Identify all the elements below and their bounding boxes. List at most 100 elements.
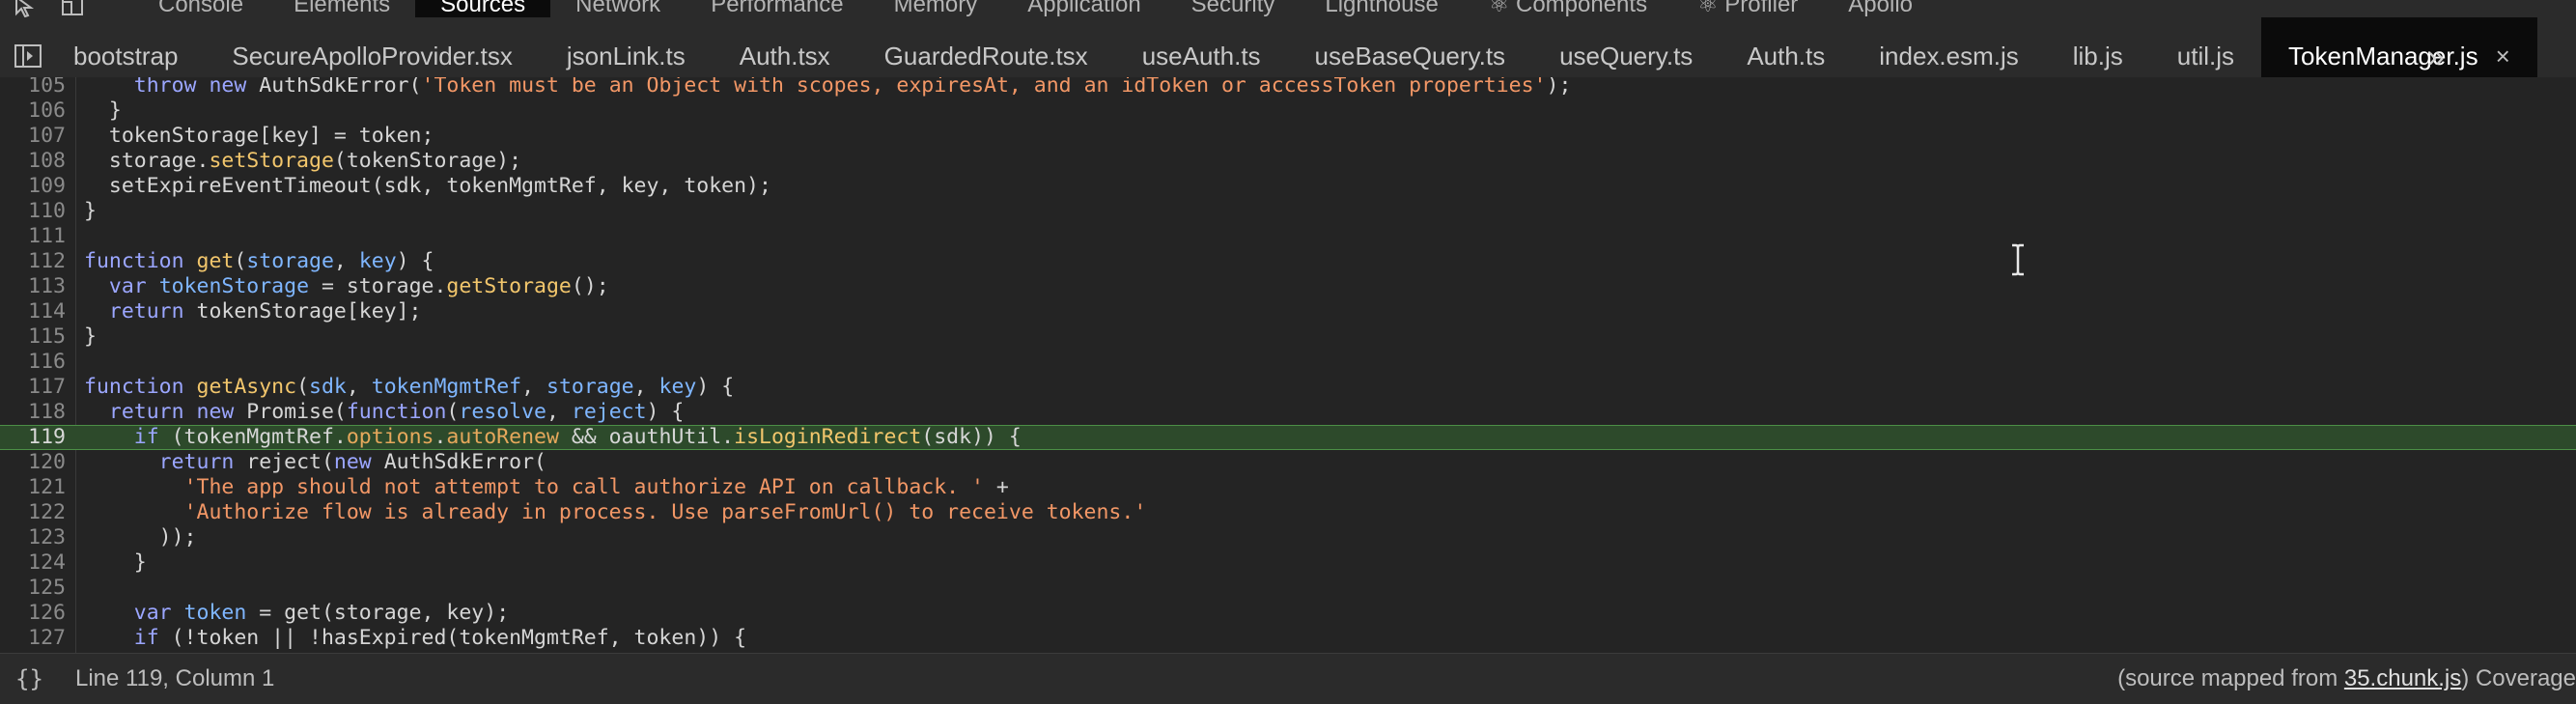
panel-tab[interactable]: Elements bbox=[268, 0, 415, 17]
line-number[interactable]: 112 bbox=[0, 249, 66, 274]
code-line[interactable]: 106 } bbox=[0, 99, 2576, 124]
code-token: get bbox=[196, 249, 235, 273]
line-number[interactable]: 115 bbox=[0, 324, 66, 350]
panel-tab[interactable]: ⚛ Components bbox=[1464, 0, 1672, 17]
code-token: autoRenew bbox=[446, 425, 559, 449]
code-line[interactable]: 121 'The app should not attempt to call … bbox=[0, 475, 2576, 500]
panel-tab[interactable]: Security bbox=[1166, 0, 1301, 17]
line-number[interactable]: 113 bbox=[0, 274, 66, 299]
code-token: } bbox=[84, 99, 122, 123]
toggle-navigator-icon[interactable] bbox=[14, 42, 42, 74]
more-tabs-icon[interactable]: » bbox=[2427, 39, 2445, 74]
source-map-link[interactable]: 35.chunk.js bbox=[2344, 665, 2461, 691]
code-token: tokenStorage[key] = token; bbox=[84, 124, 434, 148]
code-token: reject( bbox=[234, 450, 334, 474]
line-number[interactable]: 117 bbox=[0, 375, 66, 400]
code-line[interactable]: 107 tokenStorage[key] = token; bbox=[0, 124, 2576, 149]
code-line[interactable]: 123 )); bbox=[0, 525, 2576, 550]
panel-tab[interactable]: Network bbox=[550, 0, 686, 17]
code-text: setExpireEventTimeout(sdk, tokenMgmtRef,… bbox=[84, 174, 771, 199]
code-token: (sdk)) { bbox=[921, 425, 1022, 449]
code-token: storage bbox=[546, 375, 634, 399]
code-token: , bbox=[333, 249, 359, 273]
code-line[interactable]: 118 return new Promise(function(resolve,… bbox=[0, 400, 2576, 425]
code-line[interactable]: 110} bbox=[0, 199, 2576, 224]
file-tab-label: TokenManager.js bbox=[2288, 41, 2478, 70]
line-number[interactable]: 110 bbox=[0, 199, 66, 224]
code-line[interactable]: 109 setExpireEventTimeout(sdk, tokenMgmt… bbox=[0, 174, 2576, 199]
line-number[interactable]: 125 bbox=[0, 576, 66, 601]
line-number[interactable]: 105 bbox=[0, 77, 66, 99]
line-number[interactable]: 127 bbox=[0, 626, 66, 651]
code-token: Promise( bbox=[234, 400, 347, 424]
code-token: } bbox=[84, 324, 97, 349]
code-line[interactable]: 105 throw new AuthSdkError('Token must b… bbox=[0, 77, 2576, 99]
close-tab-icon[interactable]: × bbox=[2496, 42, 2510, 71]
code-line[interactable]: 125 bbox=[0, 576, 2576, 601]
code-token: + bbox=[983, 475, 1009, 499]
pretty-print-button[interactable]: {} bbox=[15, 665, 43, 692]
code-line[interactable]: 117 function getAsync(sdk, tokenMgmtRef, … bbox=[0, 375, 2576, 400]
line-number[interactable]: 114 bbox=[0, 299, 66, 324]
line-number[interactable]: 106 bbox=[0, 99, 66, 124]
code-token: = storage. bbox=[309, 274, 447, 298]
file-tab-label: Auth.ts bbox=[1747, 41, 1826, 70]
code-editor[interactable]: 105 throw new AuthSdkError('Token must b… bbox=[0, 77, 2576, 653]
line-number[interactable]: 116 bbox=[0, 350, 66, 375]
code-line[interactable]: 115} bbox=[0, 324, 2576, 350]
line-number[interactable]: 111 bbox=[0, 224, 66, 249]
code-line[interactable]: 122 'Authorize flow is already in proces… bbox=[0, 500, 2576, 525]
panel-tab[interactable]: Sources bbox=[415, 0, 551, 17]
code-line[interactable]: 108 storage.setStorage(tokenStorage); bbox=[0, 149, 2576, 174]
code-token: function bbox=[84, 375, 184, 399]
panel-tab[interactable]: Lighthouse bbox=[1300, 0, 1463, 17]
line-number[interactable]: 119 bbox=[0, 426, 66, 449]
code-text: return new Promise(function(resolve, rej… bbox=[84, 400, 685, 425]
code-line[interactable]: 124 } bbox=[0, 550, 2576, 576]
code-line[interactable]: 114 return tokenStorage[key]; bbox=[0, 299, 2576, 324]
code-token: (tokenStorage); bbox=[333, 149, 522, 173]
panel-tab[interactable]: Console bbox=[133, 0, 268, 17]
code-line[interactable]: 120 return reject(new AuthSdkError( bbox=[0, 450, 2576, 475]
line-number[interactable]: 124 bbox=[0, 550, 66, 576]
file-tab-label: lib.js bbox=[2072, 41, 2123, 70]
line-number[interactable]: 109 bbox=[0, 174, 66, 199]
panel-tab[interactable]: Apollo bbox=[1823, 0, 1938, 17]
code-line[interactable]: 119 if (tokenMgmtRef.options.autoRenew &… bbox=[0, 425, 2576, 450]
line-number[interactable]: 120 bbox=[0, 450, 66, 475]
code-text: 'Authorize flow is already in process. U… bbox=[84, 500, 1147, 525]
file-tab-label: useQuery.ts bbox=[1559, 41, 1694, 70]
line-number[interactable]: 123 bbox=[0, 525, 66, 550]
line-number[interactable]: 122 bbox=[0, 500, 66, 525]
line-number[interactable]: 121 bbox=[0, 475, 66, 500]
code-token: return bbox=[108, 400, 184, 424]
code-line[interactable]: 111 bbox=[0, 224, 2576, 249]
line-number[interactable]: 108 bbox=[0, 149, 66, 174]
code-line[interactable]: 112 function get(storage, key) { bbox=[0, 249, 2576, 274]
line-number[interactable]: 107 bbox=[0, 124, 66, 149]
device-toolbar-icon[interactable] bbox=[60, 0, 85, 17]
code-line[interactable]: 126 var token = get(storage, key); bbox=[0, 601, 2576, 626]
code-token: AuthSdkError( bbox=[371, 450, 546, 474]
panel-tab[interactable]: Performance bbox=[686, 0, 868, 17]
line-number[interactable]: 126 bbox=[0, 601, 66, 626]
panel-tools bbox=[14, 0, 85, 17]
code-token: ) { bbox=[696, 375, 735, 399]
code-token: 'Authorize flow is already in process. U… bbox=[183, 500, 1147, 524]
code-line[interactable]: 113 var tokenStorage = storage.getStorag… bbox=[0, 274, 2576, 299]
code-token: (); bbox=[571, 274, 609, 298]
inspect-element-icon[interactable] bbox=[14, 0, 39, 17]
line-number[interactable]: 118 bbox=[0, 400, 66, 425]
source-map-info: (source mapped from 35.chunk.js) Coverag… bbox=[2117, 665, 2576, 692]
panel-tab[interactable]: Application bbox=[1002, 0, 1165, 17]
code-token: return bbox=[108, 299, 184, 324]
code-line[interactable]: 116 bbox=[0, 350, 2576, 375]
code-line[interactable]: 127 if (!token || !hasExpired(tokenMgmtR… bbox=[0, 626, 2576, 651]
panel-tab[interactable]: ⚛ Profiler bbox=[1672, 0, 1823, 17]
panel-tab[interactable]: Memory bbox=[869, 0, 1003, 17]
code-token: setExpireEventTimeout(sdk, tokenMgmtRef,… bbox=[84, 174, 771, 198]
code-token: tokenStorage bbox=[158, 274, 310, 298]
